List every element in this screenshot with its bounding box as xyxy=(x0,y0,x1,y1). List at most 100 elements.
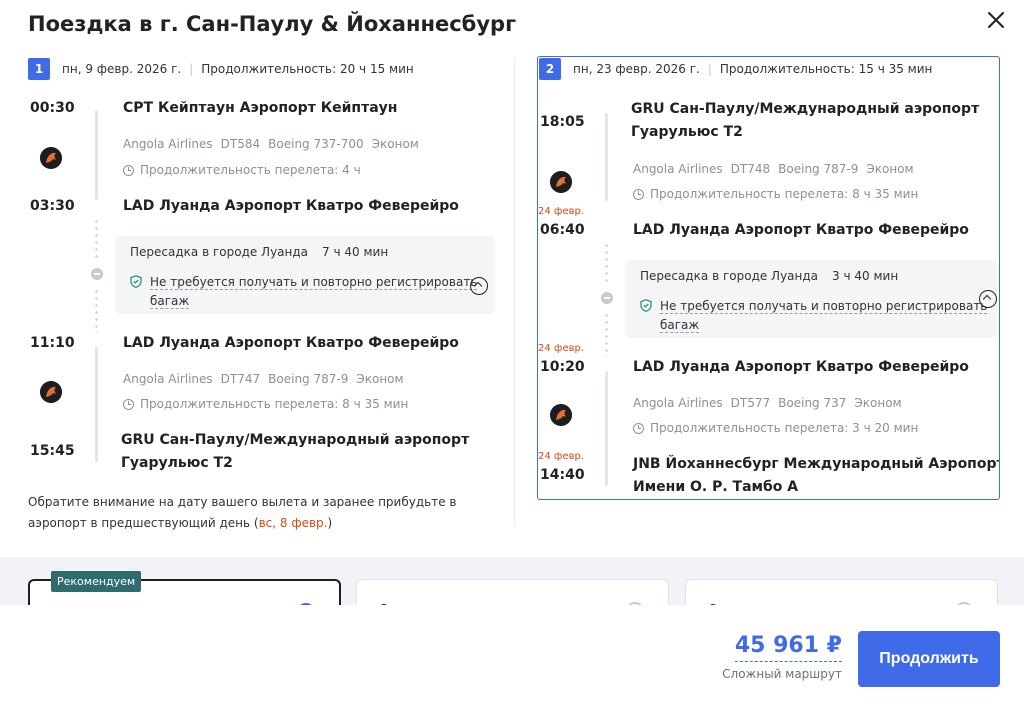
header-separator: | xyxy=(189,62,194,76)
fare-card[interactable] xyxy=(356,579,669,605)
page-title: Поездка в г. Сан-Паулу & Йоханнесбург xyxy=(28,12,517,36)
departure-date-notice: Обратите внимание на дату вашего вылета … xyxy=(28,492,468,534)
baggage-note: Не требуется получать и повторно регистр… xyxy=(130,273,478,311)
timeline-line xyxy=(605,113,608,201)
close-icon[interactable] xyxy=(984,8,1008,32)
fare-card[interactable] xyxy=(685,579,998,605)
leg-1: 1 пн, 9 февр. 2026 г. | Продолжительност… xyxy=(28,58,498,488)
leg-date: пн, 23 февр. 2026 г. xyxy=(573,62,700,76)
layover-dotted-line xyxy=(95,288,98,333)
airline-logo-icon xyxy=(40,381,62,403)
arrival-airport-line-1: JNB Йоханнесбург Международный Аэропорт xyxy=(633,456,1000,472)
layover-box: Пересадка в городе Луанда 3 ч 40 мин Не т… xyxy=(625,260,997,338)
total-price[interactable]: 45 961 ₽ xyxy=(734,631,842,662)
airline-logo-icon xyxy=(550,171,572,193)
leg-2: 2 пн, 23 февр. 2026 г. | Продолжительнос… xyxy=(538,58,1000,499)
layover-box: Пересадка в городе Луанда 7 ч 40 мин Не т… xyxy=(115,236,495,314)
flight-duration-text: Продолжительность перелета: 8 ч 35 мин xyxy=(140,397,409,411)
flight-number: DT747 xyxy=(220,372,261,386)
baggage-note-line-2: багаж xyxy=(660,318,700,333)
flight-info: Angola Airlines DT584 Boeing 737-700 Эконом xyxy=(123,137,419,151)
arrival-time: 14:40 xyxy=(540,467,585,483)
flight-duration: Продолжительность перелета: 3 ч 20 мин xyxy=(633,421,918,435)
arrival-airport-line-1: GRU Сан-Паулу/Международный аэропорт xyxy=(121,432,470,448)
airline-logo-icon xyxy=(40,147,62,169)
leg-number-badge: 1 xyxy=(28,58,50,80)
leg-number-badge: 2 xyxy=(539,58,561,80)
departure-airport: GRU Сан-Паулу/Международный аэропорт Гуа… xyxy=(631,98,979,144)
airline-logo-icon xyxy=(550,404,572,426)
shield-icon xyxy=(130,275,142,288)
flight-duration: Продолжительность перелета: 8 ч 35 мин xyxy=(633,187,918,201)
flight-info: Angola Airlines DT747 Boeing 787-9 Эконом xyxy=(123,372,404,386)
layover-icon xyxy=(91,268,103,280)
timeline-line xyxy=(95,347,98,462)
arrival-airport: LAD Луанда Аэропорт Кватро Феверейро xyxy=(123,198,459,214)
aircraft-model: Boeing 787-9 xyxy=(778,162,859,176)
layover-city: Пересадка в городе Луанда xyxy=(640,269,819,283)
baggage-note-line-2: багаж xyxy=(150,294,190,309)
notice-end: ) xyxy=(327,516,333,530)
departure-airport: LAD Луанда Аэропорт Кватро Феверейро xyxy=(123,335,459,351)
fare-options: Рекомендуем xyxy=(0,557,1024,605)
clock-icon xyxy=(123,164,134,176)
departure-time: 00:30 xyxy=(30,100,75,116)
layover-dotted-line xyxy=(95,218,98,258)
departure-date: 24 февр. xyxy=(538,343,585,354)
flight-number: DT577 xyxy=(730,396,771,410)
arrival-time: 03:30 xyxy=(30,198,75,214)
notice-date-highlight: вс, 8 февр. xyxy=(258,516,328,530)
departure-airport-line-2: Гуарульюс T2 xyxy=(631,124,743,140)
leg-2-panel[interactable]: 2 пн, 23 февр. 2026 г. | Продолжительнос… xyxy=(537,56,1000,500)
flight-duration-text: Продолжительность перелета: 8 ч 35 мин xyxy=(650,187,919,201)
arrival-date: 24 февр. xyxy=(538,206,585,217)
layover-duration: 3 ч 40 мин xyxy=(832,269,899,283)
cabin-class: Эконом xyxy=(371,137,419,151)
arrival-date: 24 февр. xyxy=(538,451,585,462)
leg-header: 1 пн, 9 февр. 2026 г. | Продолжительност… xyxy=(28,58,414,80)
collapse-chevron-up-icon[interactable] xyxy=(470,277,488,295)
arrival-time: 15:45 xyxy=(30,443,75,459)
airline-name: Angola Airlines xyxy=(633,162,723,176)
departure-time: 18:05 xyxy=(540,114,585,130)
aircraft-model: Boeing 737 xyxy=(778,396,847,410)
baggage-note-line-1: Не требуется получать и повторно регистр… xyxy=(660,299,988,314)
continue-button[interactable]: Продолжить xyxy=(858,631,1000,687)
timeline-line xyxy=(95,110,98,200)
timeline-line xyxy=(605,371,608,486)
clock-icon xyxy=(633,188,644,200)
arrival-airport: JNB Йоханнесбург Международный Аэропорт … xyxy=(633,453,1000,499)
flight-number: DT584 xyxy=(220,137,261,151)
layover-duration: 7 ч 40 мин xyxy=(322,245,389,259)
departure-airport-line-1: GRU Сан-Паулу/Международный аэропорт xyxy=(631,101,980,117)
footer-bar: 45 961 ₽ Сложный маршрут Продолжить xyxy=(0,605,1024,705)
arrival-airport-line-2: Имени О. Р. Тамбо А xyxy=(633,479,799,495)
departure-airport: CPT Кейптаун Аэропорт Кейптаун xyxy=(123,100,398,116)
airline-name: Angola Airlines xyxy=(123,137,213,151)
cabin-class: Эконом xyxy=(356,372,404,386)
layover-dotted-line xyxy=(605,242,608,282)
header-separator: | xyxy=(707,62,712,76)
flight-duration-text: Продолжительность перелета: 3 ч 20 мин xyxy=(650,421,919,435)
airline-name: Angola Airlines xyxy=(633,396,723,410)
collapse-chevron-up-icon[interactable] xyxy=(979,290,997,308)
price-note: Сложный маршрут xyxy=(722,667,842,681)
leg-duration: Продолжительность: 20 ч 15 мин xyxy=(201,62,414,76)
layover-title: Пересадка в городе Луанда 7 ч 40 мин xyxy=(130,245,388,259)
departure-time: 11:10 xyxy=(30,335,75,351)
flight-info: Angola Airlines DT748 Boeing 787-9 Эконом xyxy=(633,162,914,176)
departure-time: 10:20 xyxy=(540,359,585,375)
flight-duration: Продолжительность перелета: 8 ч 35 мин xyxy=(123,397,408,411)
flight-number: DT748 xyxy=(730,162,771,176)
leg-date: пн, 9 февр. 2026 г. xyxy=(62,62,182,76)
arrival-airport-line-2: Гуарульюс T2 xyxy=(121,455,233,471)
arrival-time: 06:40 xyxy=(540,222,585,238)
aircraft-model: Boeing 737-700 xyxy=(268,137,364,151)
leg-duration: Продолжительность: 15 ч 35 мин xyxy=(719,62,933,76)
layover-dotted-line xyxy=(605,312,608,357)
departure-airport: LAD Луанда Аэропорт Кватро Феверейро xyxy=(633,359,969,375)
shield-icon xyxy=(640,299,652,312)
aircraft-model: Boeing 787-9 xyxy=(268,372,349,386)
leg-header: 2 пн, 23 февр. 2026 г. | Продолжительнос… xyxy=(539,58,932,80)
layover-icon xyxy=(601,292,613,304)
